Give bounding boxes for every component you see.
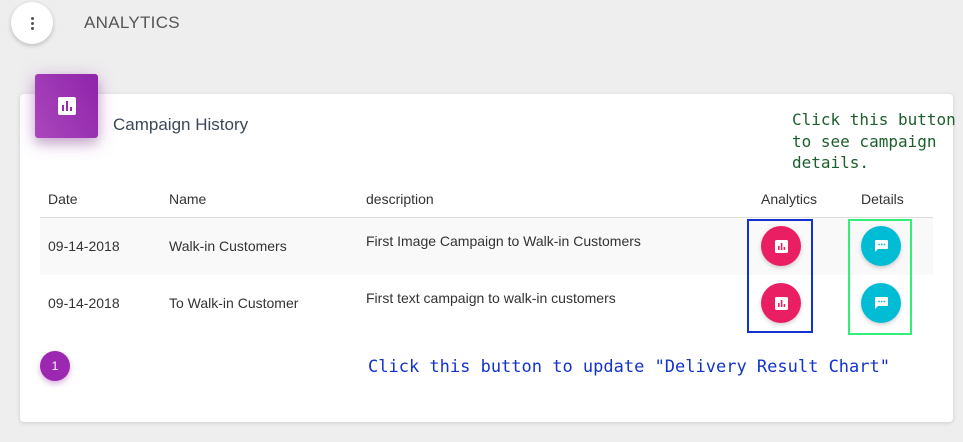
analytics-highlight-box bbox=[747, 219, 813, 333]
card-title: Campaign History bbox=[113, 115, 249, 134]
row-description: First Image Campaign to Walk-in Customer… bbox=[366, 233, 641, 249]
row-name: Walk-in Customers bbox=[169, 238, 287, 254]
column-header-description: description bbox=[366, 191, 434, 207]
analytics-page: ANALYTICS Campaign History Click this bu… bbox=[0, 0, 963, 442]
details-annotation: Click this button to see campaign detail… bbox=[792, 110, 956, 172]
column-header-date: Date bbox=[48, 191, 78, 207]
pagination-page-1[interactable]: 1 bbox=[40, 351, 70, 381]
column-header-name: Name bbox=[169, 191, 207, 207]
column-header-analytics: Analytics bbox=[761, 191, 818, 207]
column-header-details: Details bbox=[861, 191, 904, 207]
row-date: 09-14-2018 bbox=[48, 238, 120, 254]
row-name: To Walk-in Customer bbox=[169, 295, 299, 311]
bar-chart-icon bbox=[57, 97, 76, 115]
row-date: 09-14-2018 bbox=[48, 295, 120, 311]
analytics-annotation: Click this button to update "Delivery Re… bbox=[368, 357, 890, 377]
details-highlight-box bbox=[848, 219, 912, 335]
card-header-icon bbox=[35, 74, 98, 138]
page-title: ANALYTICS bbox=[84, 13, 180, 32]
menu-button[interactable] bbox=[11, 2, 53, 44]
vertical-dots-icon bbox=[30, 16, 34, 30]
row-description: First text campaign to walk-in customers bbox=[366, 290, 616, 306]
